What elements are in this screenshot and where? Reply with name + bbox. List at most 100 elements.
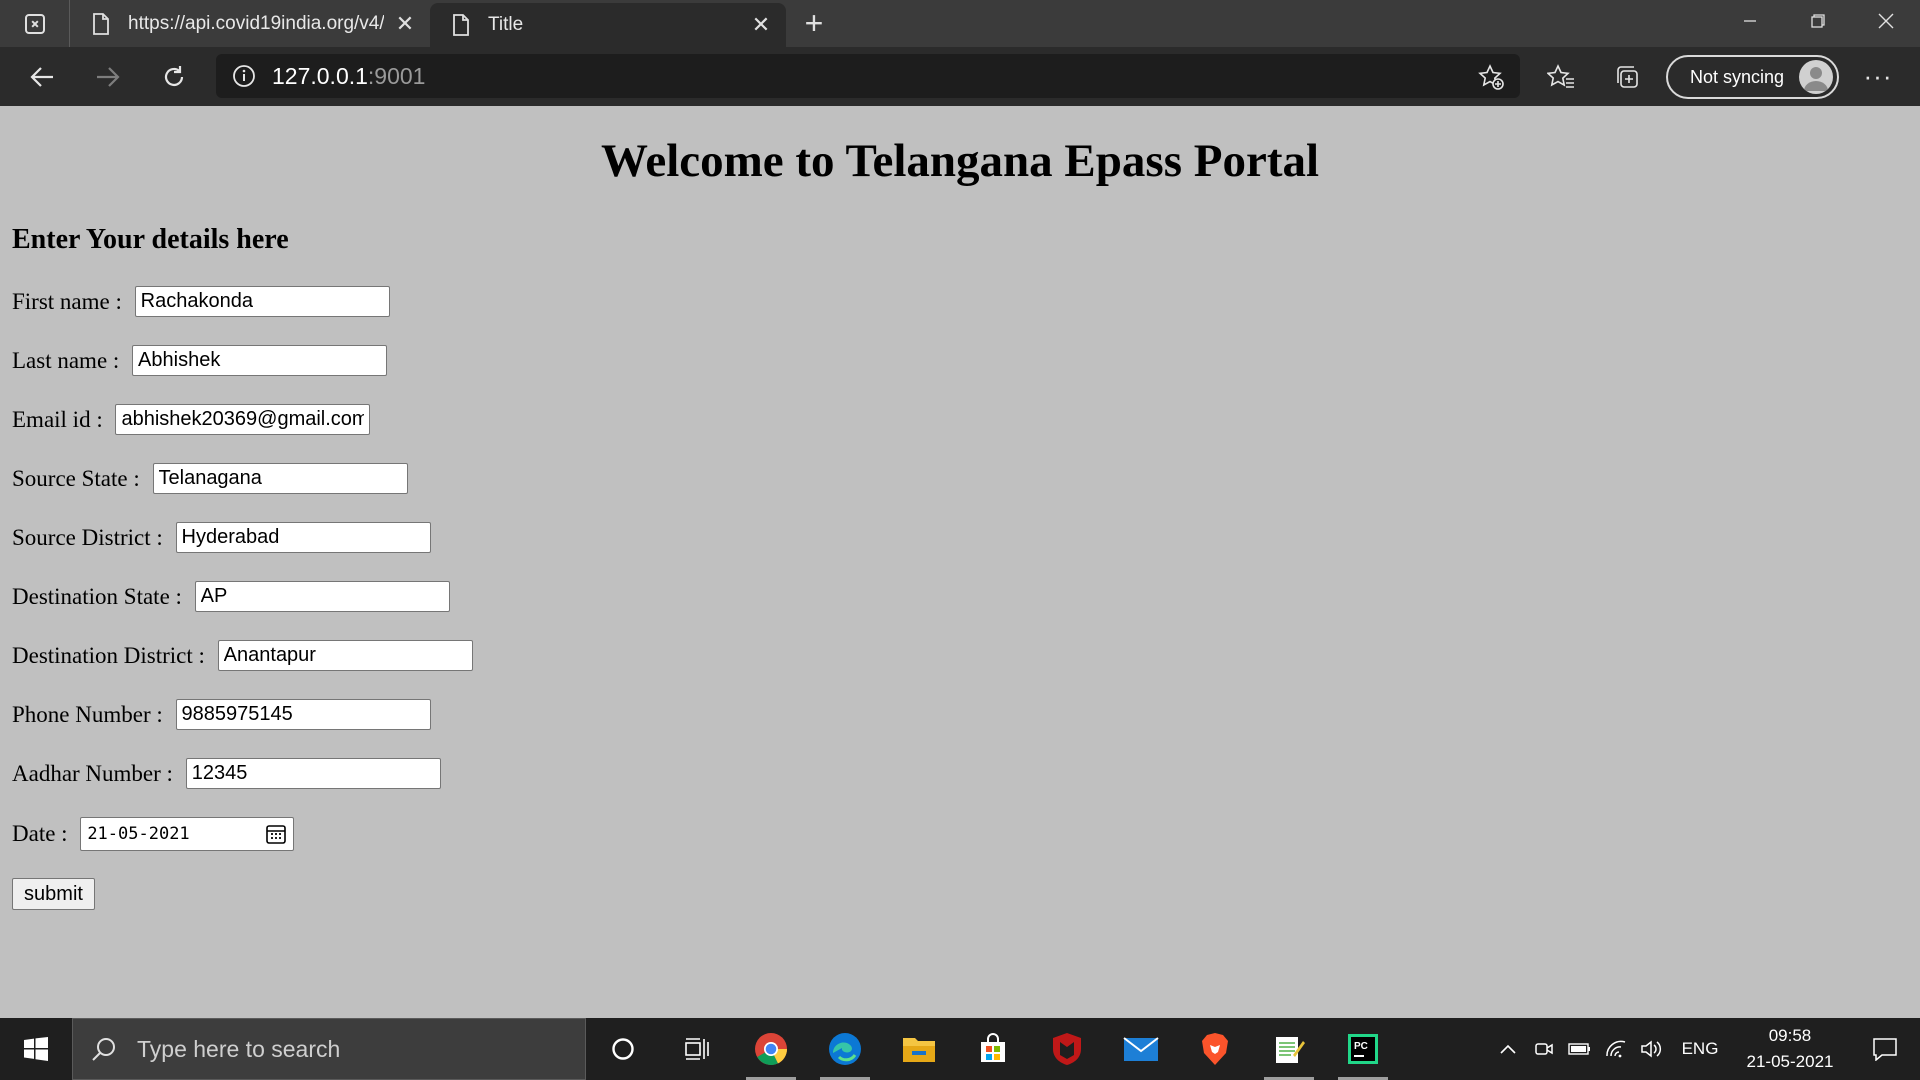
new-tab-button[interactable]: + [786,0,842,47]
minimize-button[interactable] [1716,0,1784,42]
minimize-icon [1744,20,1756,22]
edge-icon [829,1033,861,1065]
wifi-icon[interactable] [1598,1018,1634,1080]
clock-time: 09:58 [1768,1026,1812,1045]
page-title: Welcome to Telangana Epass Portal [600,135,1320,187]
battery-icon[interactable] [1562,1018,1598,1080]
task-view-button[interactable] [660,1018,734,1080]
add-favorite-icon[interactable] [1478,64,1504,95]
email-input[interactable] [115,404,371,435]
favorites-icon [1547,63,1574,88]
close-icon [1878,13,1894,29]
mail-app[interactable] [1104,1018,1178,1080]
forward-arrow-icon [97,66,120,87]
date-row: Date : 21-05-2021 [12,817,295,851]
source-state-input[interactable] [152,463,408,494]
submit-button[interactable]: submit [12,878,95,910]
url-text: 127.0.0.1:9001 [272,63,425,90]
forward-button[interactable] [75,47,141,106]
pycharm-app[interactable]: PC [1326,1018,1400,1080]
favorites-button[interactable] [1528,47,1594,106]
chevron-up-icon [1500,1044,1516,1054]
edge-app[interactable] [808,1018,882,1080]
site-info-icon[interactable] [216,64,272,88]
close-window-button[interactable] [1852,0,1920,42]
source-district-input[interactable] [175,522,431,553]
destination-district-input[interactable] [217,640,473,671]
back-button[interactable] [9,47,75,106]
calendar-icon[interactable] [265,823,287,845]
url-port: :9001 [367,62,426,89]
tab-api[interactable]: https://api.covid19india.org/v4/d ✕ [70,0,430,47]
destination-district-label: Destination District : [12,642,211,668]
last-name-label: Last name : [12,347,126,373]
source-state-label: Source State : [12,465,146,491]
chrome-app[interactable] [734,1018,808,1080]
mcafee-app[interactable] [1030,1018,1104,1080]
language-indicator[interactable]: ENG [1670,1039,1730,1059]
tab-title: https://api.covid19india.org/v4/d [128,12,384,34]
meet-now-icon[interactable] [1526,1018,1562,1080]
phone-row: Phone Number : [12,699,431,730]
cortana-icon [612,1038,634,1060]
store-icon [981,1033,1005,1062]
window-controls [1716,0,1920,42]
mail-icon [1123,1037,1159,1061]
tab-actions-icon [24,13,45,34]
destination-state-label: Destination State : [12,583,188,609]
show-hidden-icons-button[interactable] [1490,1018,1526,1080]
profile-sync-button[interactable]: Not syncing [1666,55,1839,99]
phone-label: Phone Number : [12,701,169,727]
browser-tab-bar: https://api.covid19india.org/v4/d ✕ Titl… [0,0,1920,47]
destination-state-input[interactable] [194,581,450,612]
cortana-button[interactable] [586,1018,660,1080]
refresh-icon [164,65,184,86]
date-input[interactable]: 21-05-2021 [80,817,295,851]
close-tab-icon[interactable]: ✕ [394,11,416,36]
tab-active-title[interactable]: Title ✕ [430,3,786,47]
first-name-label: First name : [12,288,128,314]
notification-center-button[interactable] [1850,1018,1920,1080]
mcafee-shield-icon [1053,1033,1081,1065]
windows-taskbar: Type here to search PC ENG 09:58 21-05-2… [0,1018,1920,1080]
phone-input[interactable] [175,699,431,730]
page-content: Welcome to Telangana Epass Portal Enter … [0,106,1920,1018]
search-icon [92,1038,115,1061]
file-explorer-app[interactable] [882,1018,956,1080]
close-tab-icon[interactable]: ✕ [750,12,772,37]
page-icon [90,11,112,37]
restore-icon [1811,14,1825,28]
browser-toolbar: 127.0.0.1:9001 Not syncing ··· [0,47,1920,106]
taskbar-search-box[interactable]: Type here to search [72,1018,586,1080]
microsoft-store-app[interactable] [956,1018,1030,1080]
taskbar-clock[interactable]: 09:58 21-05-2021 [1730,1023,1850,1075]
brave-app[interactable] [1178,1018,1252,1080]
chrome-icon [755,1033,787,1065]
aadhar-input[interactable] [185,758,441,789]
collections-button[interactable] [1594,47,1660,106]
date-label: Date : [12,821,74,846]
first-name-input[interactable] [134,286,390,317]
svg-text:PC: PC [1354,1041,1368,1052]
last-name-row: Last name : [12,345,388,376]
task-view-icon [685,1038,709,1060]
destination-district-row: Destination District : [12,640,473,671]
tab-actions-button[interactable] [0,0,70,47]
last-name-input[interactable] [132,345,388,376]
notepad-plus-app[interactable] [1252,1018,1326,1080]
form-subtitle: Enter Your details here [12,224,289,255]
destination-state-row: Destination State : [12,581,450,612]
start-button[interactable] [0,1018,72,1080]
settings-more-button[interactable]: ··· [1858,47,1898,106]
volume-icon[interactable] [1634,1018,1670,1080]
address-bar[interactable]: 127.0.0.1:9001 [216,54,1520,98]
more-dots-icon: ··· [1863,61,1893,91]
date-value: 21-05-2021 [87,824,190,844]
aadhar-row: Aadhar Number : [12,758,441,789]
toolbar-icons [1528,47,1660,106]
search-placeholder: Type here to search [137,1035,341,1062]
restore-button[interactable] [1784,0,1852,42]
clock-date: 21-05-2021 [1746,1052,1834,1071]
refresh-button[interactable] [141,47,207,106]
notification-icon [1873,1038,1897,1061]
